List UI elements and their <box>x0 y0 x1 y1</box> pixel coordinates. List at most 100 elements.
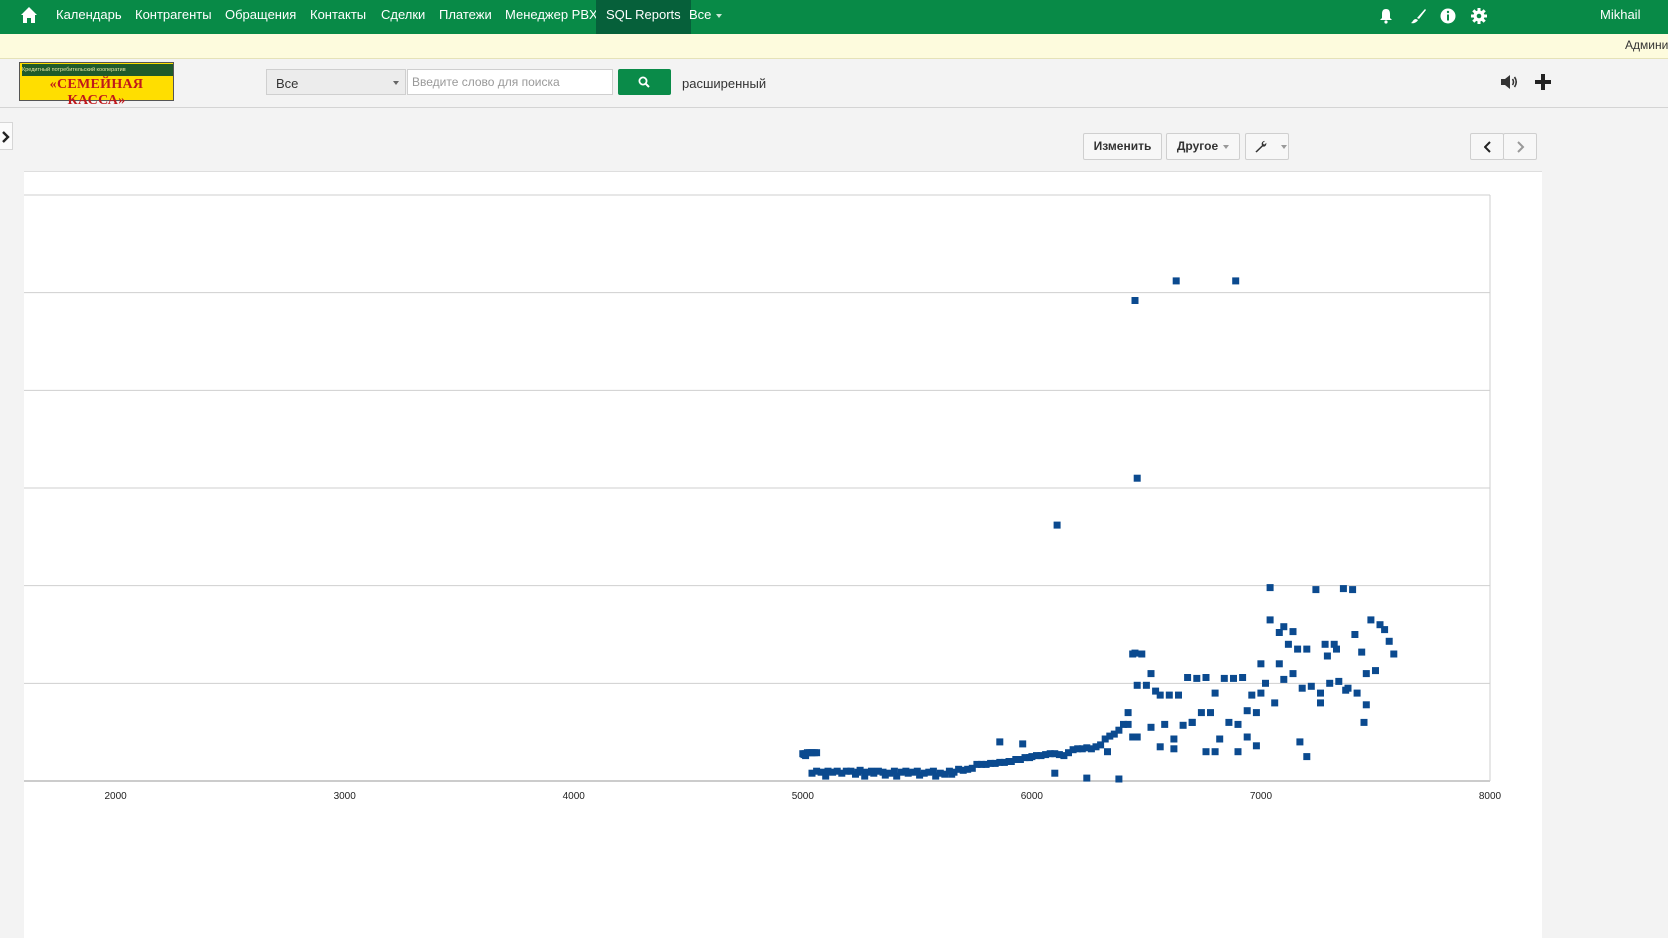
data-point <box>1243 733 1251 741</box>
advanced-search-link[interactable]: расширенный <box>682 76 766 91</box>
data-point <box>1358 648 1366 656</box>
data-point <box>1252 709 1260 717</box>
data-point <box>1133 681 1141 689</box>
bell-icon[interactable] <box>1377 7 1395 25</box>
plus-icon[interactable] <box>1534 73 1552 91</box>
data-point <box>1362 701 1370 709</box>
nav-item-payments[interactable]: Платежи <box>439 0 492 34</box>
data-point <box>1257 660 1265 668</box>
data-point <box>1230 674 1237 682</box>
data-point <box>1131 297 1139 304</box>
data-point <box>1184 674 1192 681</box>
previous-record-button[interactable] <box>1470 133 1504 160</box>
nav-item-contacts[interactable]: Контакты <box>310 0 366 34</box>
data-point <box>1321 640 1329 648</box>
data-point <box>1323 652 1331 660</box>
user-menu[interactable]: Mikhail <box>1600 0 1640 30</box>
search-icon <box>638 76 650 88</box>
data-point <box>1197 709 1205 717</box>
data-point <box>1172 277 1180 285</box>
data-point <box>1220 674 1228 682</box>
brush-icon[interactable] <box>1409 7 1427 25</box>
nav-item-cases[interactable]: Обращения <box>225 0 296 34</box>
data-point <box>1335 677 1343 685</box>
wrench-icon <box>1255 140 1267 153</box>
data-point <box>1170 745 1178 753</box>
x-tick-label: 2000 <box>105 791 128 802</box>
edit-button[interactable]: Изменить <box>1083 133 1162 160</box>
x-tick-label: 7000 <box>1250 791 1273 802</box>
nav-item-all[interactable]: Все <box>689 0 723 34</box>
nav-item-accounts[interactable]: Контрагенты <box>135 0 212 34</box>
data-point <box>1234 748 1242 756</box>
data-point <box>1142 681 1150 689</box>
info-icon[interactable] <box>1439 7 1457 25</box>
data-point <box>1317 699 1324 707</box>
data-point <box>813 749 821 757</box>
home-icon[interactable] <box>20 6 38 26</box>
data-point <box>1296 738 1304 746</box>
data-point <box>1193 674 1201 682</box>
nav-item-deals[interactable]: Сделки <box>381 0 425 34</box>
data-point <box>1284 640 1292 648</box>
nav-item-sql-reports[interactable]: SQL Reports <box>596 0 691 34</box>
data-point <box>1326 679 1334 687</box>
data-point <box>1104 748 1111 756</box>
data-point <box>1390 650 1398 658</box>
data-point <box>1234 720 1242 728</box>
data-point <box>1266 616 1274 624</box>
data-point <box>1232 277 1240 285</box>
data-point <box>1138 650 1146 658</box>
data-point <box>1225 718 1233 726</box>
logo-name: «СЕМЕЙНАЯ КАССА» <box>49 77 144 108</box>
nav-item-all-label: Все <box>689 7 712 22</box>
chevron-down-icon <box>1223 144 1230 149</box>
chevron-left-icon <box>1484 141 1491 153</box>
company-logo[interactable]: Кредитный потребительский кооператив «СЕ… <box>19 62 174 108</box>
search-input[interactable]: Введите слово для поиска <box>407 69 613 95</box>
chevron-down-icon <box>393 81 399 85</box>
search-button[interactable] <box>618 69 671 95</box>
nav-item-pbx-manager[interactable]: Менеджер PBX <box>505 0 598 34</box>
data-point <box>1266 584 1274 592</box>
data-point <box>1381 626 1389 634</box>
x-tick-label: 3000 <box>334 791 357 802</box>
data-point <box>1156 743 1164 751</box>
other-button[interactable]: Другое <box>1166 133 1240 160</box>
data-point <box>1243 707 1251 715</box>
data-point <box>1207 709 1214 717</box>
data-point <box>1294 645 1302 653</box>
data-point <box>1202 674 1210 681</box>
notice-text: Админи <box>1625 38 1668 52</box>
sidebar-toggle-button[interactable] <box>0 122 13 150</box>
data-point <box>1211 689 1219 697</box>
nav-item-calendar[interactable]: Календарь <box>56 0 122 34</box>
data-point <box>1252 742 1260 750</box>
data-point <box>1307 682 1315 690</box>
data-point <box>1124 709 1132 717</box>
search-toolbar: Кредитный потребительский кооператив «СЕ… <box>0 59 1668 108</box>
data-point <box>996 738 1004 746</box>
data-point <box>1362 670 1370 678</box>
data-point <box>1280 623 1288 631</box>
data-point <box>1317 689 1324 697</box>
search-module-select[interactable]: Все <box>266 69 406 95</box>
other-button-label: Другое <box>1176 139 1219 153</box>
data-point <box>1115 775 1123 783</box>
data-point <box>1271 699 1279 707</box>
data-point <box>1053 521 1061 529</box>
data-point <box>1353 689 1361 697</box>
x-tick-label: 4000 <box>563 791 586 802</box>
data-point <box>1280 675 1288 683</box>
data-point <box>1342 686 1350 694</box>
data-point <box>1339 585 1347 593</box>
data-point <box>1133 733 1141 741</box>
chevron-down-icon <box>1281 145 1287 149</box>
data-point <box>802 752 810 760</box>
top-navigation-bar: Календарь Контрагенты Обращения Контакты… <box>0 0 1668 34</box>
gear-icon[interactable] <box>1470 7 1488 25</box>
next-record-button[interactable] <box>1503 133 1537 160</box>
speaker-icon[interactable] <box>1499 73 1519 91</box>
data-point <box>1349 586 1357 594</box>
tools-button[interactable] <box>1245 133 1289 160</box>
